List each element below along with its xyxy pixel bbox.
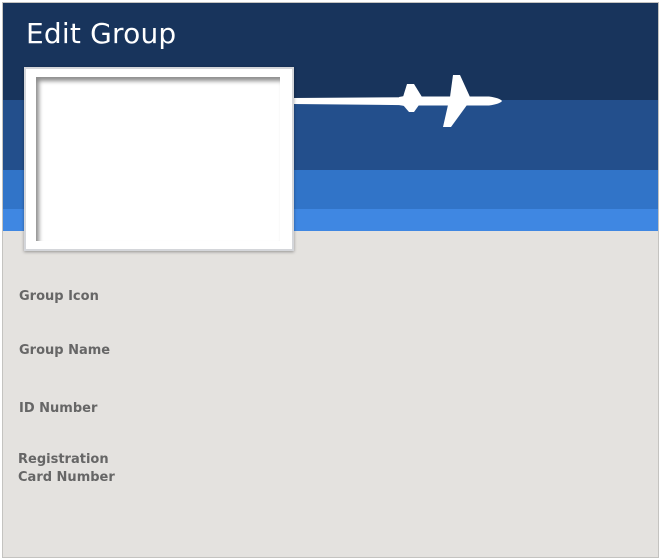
edit-group-dialog: Edit Group Group Icon Group Name ID Numb… bbox=[2, 2, 659, 558]
registration-card-number-label: Registration Card Number bbox=[18, 451, 138, 487]
id-number-label: ID Number bbox=[19, 401, 98, 416]
group-icon-label: Group Icon bbox=[19, 289, 99, 304]
header-banner: Edit Group bbox=[3, 3, 658, 251]
group-icon-image-area bbox=[36, 77, 280, 241]
registration-label-line1: Registration bbox=[18, 452, 109, 467]
dialog-title: Edit Group bbox=[26, 17, 177, 50]
group-icon-placeholder[interactable] bbox=[24, 67, 294, 251]
group-name-label: Group Name bbox=[19, 343, 111, 358]
registration-label-line2: Card Number bbox=[18, 470, 115, 485]
airplane-icon bbox=[293, 75, 502, 127]
